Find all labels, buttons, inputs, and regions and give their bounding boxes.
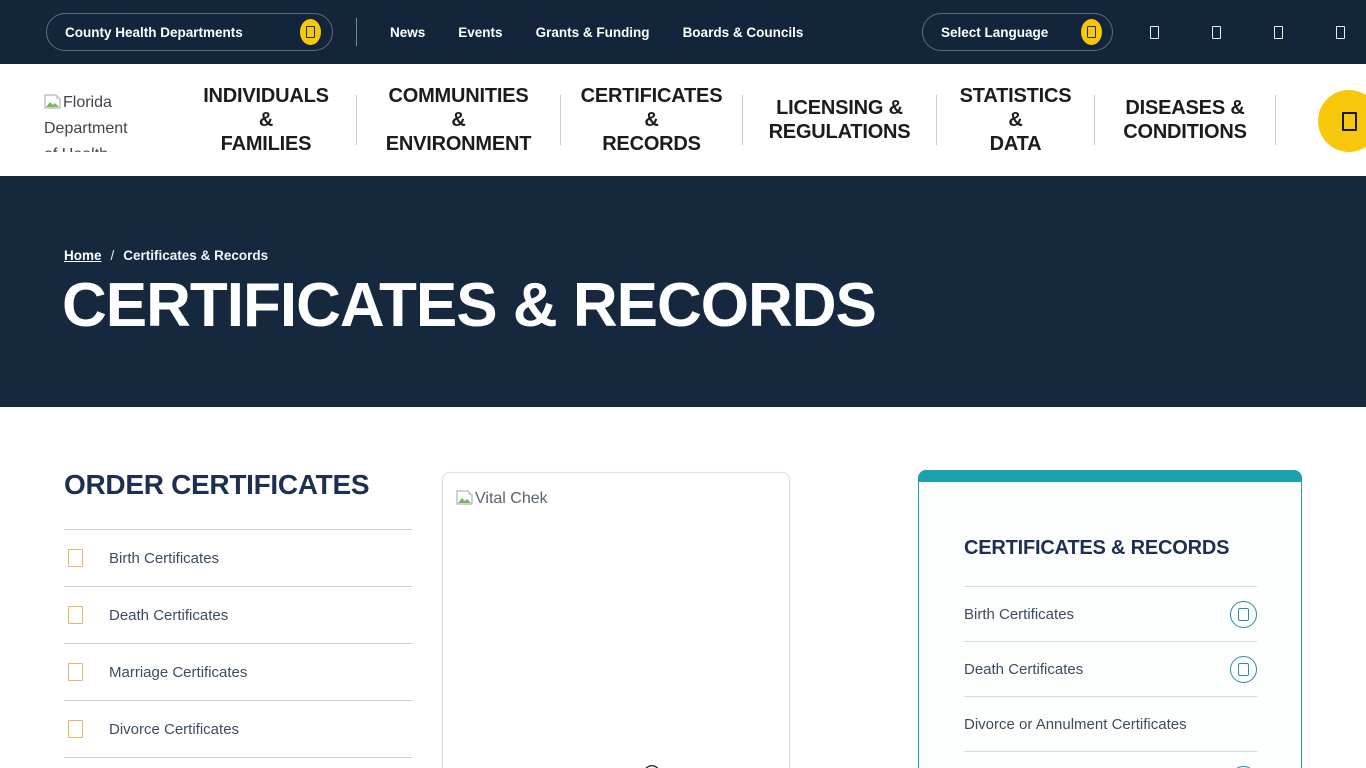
florida-doh-logo[interactable]: Florida Department of Health [44, 90, 166, 152]
search-icon [1342, 112, 1357, 131]
topbar-links: News Events Grants & Funding Boards & Co… [390, 0, 803, 64]
broken-image-icon [456, 490, 473, 505]
top-utility-bar: County Health Departments News Events Gr… [0, 0, 1366, 64]
main-navigation-bar: Florida Department of Health INDIVIDUALS… [0, 64, 1366, 176]
list-item-death-certificates[interactable]: Death Certificates [64, 587, 412, 644]
list-item-label: Marriage Certificates [109, 664, 247, 681]
main-nav-items: INDIVIDUALS & FAMILIES COMMUNITIES & ENV… [176, 64, 1276, 176]
list-item-marriage-certificates[interactable]: Marriage Certificates [64, 644, 412, 701]
missing-glyph-icon [1238, 608, 1249, 621]
registered-trademark-symbol: ® [643, 761, 661, 768]
breadcrumb-current: Certificates & Records [123, 248, 268, 263]
social-icon-1[interactable] [1142, 20, 1166, 44]
search-button[interactable] [1318, 90, 1366, 152]
nav-individuals-families[interactable]: INDIVIDUALS & FAMILIES [176, 64, 356, 176]
card-body: CERTIFICATES & RECORDS Birth Certificate… [918, 482, 1302, 768]
county-health-departments-button[interactable]: County Health Departments [46, 13, 333, 51]
topbar-link-boards-councils[interactable]: Boards & Councils [683, 25, 804, 40]
globe-circle-icon [1081, 19, 1102, 45]
county-health-departments-label: County Health Departments [65, 25, 243, 40]
nav-statistics-data[interactable]: STATISTICS & DATA [937, 64, 1094, 176]
certificate-icon [68, 549, 83, 567]
order-certificates-heading: ORDER CERTIFICATES [64, 469, 412, 501]
certificate-icon [68, 606, 83, 624]
missing-glyph-icon [1087, 26, 1096, 38]
expand-circle-icon[interactable] [1230, 601, 1257, 628]
topbar-divider [356, 18, 357, 46]
missing-glyph-icon [1150, 26, 1159, 39]
list-item-label: Divorce Certificates [109, 721, 239, 738]
chevron-circle-icon [300, 19, 321, 45]
missing-glyph-icon [1274, 26, 1283, 39]
list-item-divorce-certificates[interactable]: Divorce Certificates [64, 701, 412, 758]
card-item-label: Death Certificates [964, 661, 1083, 678]
hero-banner: Home / Certificates & Records CERTIFICATES… [0, 176, 1366, 407]
certificates-records-list: Birth Certificates Death Certificates Di… [964, 586, 1257, 768]
topbar-link-news[interactable]: News [390, 25, 425, 40]
list-item-label: Birth Certificates [109, 550, 219, 567]
order-certificates-section: ORDER CERTIFICATES Birth Certificates De… [64, 469, 412, 758]
missing-glyph-icon [1336, 26, 1345, 39]
main-content: ORDER CERTIFICATES Birth Certificates De… [0, 407, 1366, 768]
certificates-records-card: CERTIFICATES & RECORDS Birth Certificate… [918, 470, 1302, 768]
vitalchek-alt-text: Vital Chek [475, 490, 548, 507]
breadcrumb: Home / Certificates & Records [0, 176, 1366, 263]
nav-certificates-records[interactable]: CERTIFICATES & RECORDS [561, 64, 742, 176]
vitalchek-broken-image[interactable]: Vital Chek [456, 490, 548, 508]
topbar-link-events[interactable]: Events [458, 25, 502, 40]
breadcrumb-home-link[interactable]: Home [64, 248, 102, 263]
card-accent-bar [918, 470, 1302, 482]
certificates-records-heading: CERTIFICATES & RECORDS [964, 537, 1257, 560]
nav-divider [1275, 95, 1276, 145]
card-item-label: Birth Certificates [964, 606, 1074, 623]
certificate-icon [68, 720, 83, 738]
certificate-icon [68, 663, 83, 681]
select-language-button[interactable]: Select Language [922, 13, 1113, 51]
topbar-link-grants-funding[interactable]: Grants & Funding [536, 25, 650, 40]
missing-glyph-icon [1238, 663, 1249, 676]
missing-glyph-icon [1212, 26, 1221, 39]
broken-image-icon [44, 94, 61, 109]
social-icon-3[interactable] [1266, 20, 1290, 44]
card-item-marriage-certificates[interactable]: Marriage Certificates [964, 752, 1257, 768]
missing-glyph-icon [306, 26, 315, 38]
social-icons-group [1142, 0, 1352, 64]
order-certificates-list: Birth Certificates Death Certificates Ma… [64, 529, 412, 758]
expand-circle-icon[interactable] [1230, 656, 1257, 683]
page-title: CERTIFICATES & RECORDS [62, 275, 1366, 337]
select-language-label: Select Language [941, 25, 1048, 40]
list-item-birth-certificates[interactable]: Birth Certificates [64, 530, 412, 587]
card-item-divorce-annulment-certificates[interactable]: Divorce or Annulment Certificates [964, 697, 1257, 752]
social-icon-4[interactable] [1328, 20, 1352, 44]
social-icon-2[interactable] [1204, 20, 1228, 44]
card-item-label: Divorce or Annulment Certificates [964, 716, 1187, 733]
breadcrumb-separator: / [111, 248, 115, 263]
nav-communities-environment[interactable]: COMMUNITIES & ENVIRONMENT [357, 64, 560, 176]
nav-licensing-regulations[interactable]: LICENSING & REGULATIONS [743, 64, 936, 176]
card-item-birth-certificates[interactable]: Birth Certificates [964, 587, 1257, 642]
card-item-death-certificates[interactable]: Death Certificates [964, 642, 1257, 697]
list-item-label: Death Certificates [109, 607, 228, 624]
nav-diseases-conditions[interactable]: DISEASES & CONDITIONS [1095, 64, 1275, 176]
vitalchek-card[interactable]: Vital Chek ® [442, 472, 790, 768]
